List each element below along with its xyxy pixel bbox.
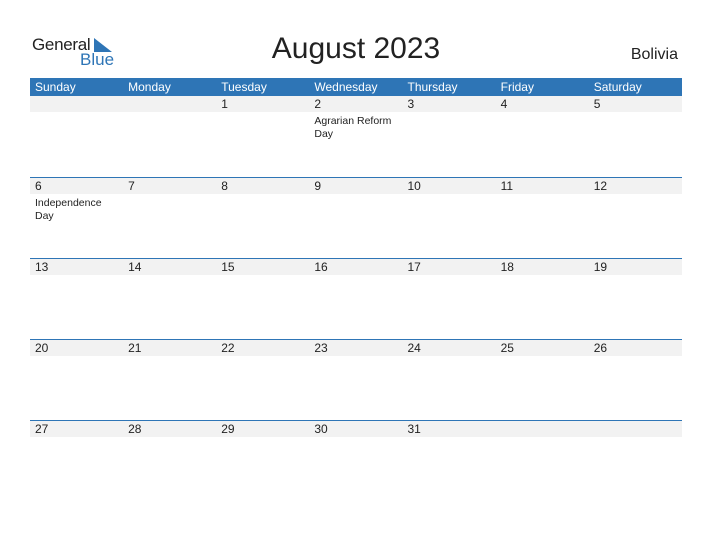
holiday-label: Agrarian Reform Day (314, 115, 392, 140)
holiday-label (589, 275, 682, 278)
day-number: 25 (500, 341, 514, 355)
day-number: 16 (314, 260, 328, 274)
holiday-label (403, 275, 496, 278)
day-number: 27 (35, 422, 49, 436)
holiday-label (589, 194, 682, 223)
holiday-label (403, 437, 496, 440)
weekday-monday: Monday (128, 80, 171, 94)
day-number: 5 (593, 97, 601, 111)
holiday-label (216, 356, 309, 359)
holiday-label (496, 275, 589, 278)
event-row: Independence Day (30, 194, 682, 223)
holiday-label (403, 112, 496, 141)
holiday-label (496, 356, 589, 359)
holiday-label: Independence Day (35, 197, 102, 222)
holiday-label (216, 437, 309, 440)
day-number: 3 (407, 97, 415, 111)
event-row (30, 356, 682, 359)
holiday-label (216, 112, 309, 141)
day-number: 13 (35, 260, 49, 274)
week-row: 27 28 29 30 31 (30, 420, 682, 501)
week-row: 13 14 15 16 17 18 19 (30, 258, 682, 339)
day-number: 28 (128, 422, 142, 436)
week-row: 1 2 3 4 5 Agrarian Reform Day (30, 96, 682, 177)
day-number: 21 (128, 341, 142, 355)
day-number: 11 (500, 179, 514, 193)
day-number (30, 96, 123, 112)
holiday-label (496, 194, 589, 223)
holiday-label (496, 437, 589, 440)
day-number: 30 (314, 422, 328, 436)
day-number: 10 (407, 179, 421, 193)
day-number: 24 (407, 341, 421, 355)
day-number-row: 20 21 22 23 24 25 26 (30, 340, 682, 356)
holiday-label (589, 112, 682, 141)
holiday-label (589, 356, 682, 359)
day-number: 6 (35, 179, 42, 193)
weekday-sunday: Sunday (35, 80, 76, 94)
event-row: Agrarian Reform Day (30, 112, 682, 141)
holiday-label (123, 112, 216, 141)
holiday-label (123, 194, 216, 223)
country-label: Bolivia (630, 46, 678, 63)
day-number: 19 (593, 260, 608, 274)
holiday-label (309, 356, 402, 359)
holiday-label (30, 437, 123, 440)
day-number: 29 (221, 422, 235, 436)
holiday-label (309, 194, 402, 223)
day-number: 22 (221, 341, 235, 355)
day-number: 26 (593, 341, 608, 355)
calendar-title: August 2023 (271, 32, 441, 65)
holiday-label (309, 437, 402, 440)
weekday-friday: Friday (500, 80, 534, 94)
day-number: 4 (500, 97, 508, 111)
day-number: 9 (314, 179, 322, 193)
day-number: 20 (35, 341, 49, 355)
day-number: 14 (128, 260, 142, 274)
event-row (30, 437, 682, 440)
weekday-wednesday: Wednesday (314, 80, 378, 94)
holiday-label (403, 194, 496, 223)
week-row: 20 21 22 23 24 25 26 (30, 339, 682, 420)
week-row: 6 7 8 9 10 11 12 Independence Day (30, 177, 682, 258)
weekday-tuesday: Tuesday (221, 80, 267, 94)
day-number-row: 13 14 15 16 17 18 19 (30, 259, 682, 275)
day-number: 17 (407, 260, 421, 274)
holiday-label (589, 437, 682, 440)
day-number: 2 (314, 97, 322, 111)
calendar-grid: Sunday Monday Tuesday Wednesday Thursday… (30, 78, 682, 501)
day-number (496, 421, 589, 437)
holiday-label (30, 356, 123, 359)
holiday-label (123, 275, 216, 278)
day-number-row: 1 2 3 4 5 (30, 96, 682, 112)
weekday-saturday: Saturday (593, 80, 642, 94)
day-number: 12 (593, 179, 608, 193)
day-number (589, 421, 682, 437)
holiday-label (30, 112, 123, 141)
day-number: 1 (221, 97, 228, 111)
event-row (30, 275, 682, 278)
holiday-label (403, 356, 496, 359)
day-number: 23 (314, 341, 328, 355)
holiday-label (123, 356, 216, 359)
day-number: 7 (128, 179, 135, 193)
day-number: 8 (221, 179, 228, 193)
holiday-label (30, 275, 123, 278)
day-number: 15 (221, 260, 235, 274)
weekday-header: Sunday Monday Tuesday Wednesday Thursday… (30, 78, 682, 96)
holiday-label (216, 275, 309, 278)
weekday-thursday: Thursday (407, 80, 458, 94)
holiday-label (123, 437, 216, 440)
day-number-row: 6 7 8 9 10 11 12 (30, 178, 682, 194)
day-number: 18 (500, 260, 514, 274)
holiday-label (216, 194, 309, 223)
day-number-row: 27 28 29 30 31 (30, 421, 682, 437)
holiday-label (496, 112, 589, 141)
day-number (123, 96, 216, 112)
holiday-label (309, 275, 402, 278)
day-number: 31 (407, 422, 421, 436)
